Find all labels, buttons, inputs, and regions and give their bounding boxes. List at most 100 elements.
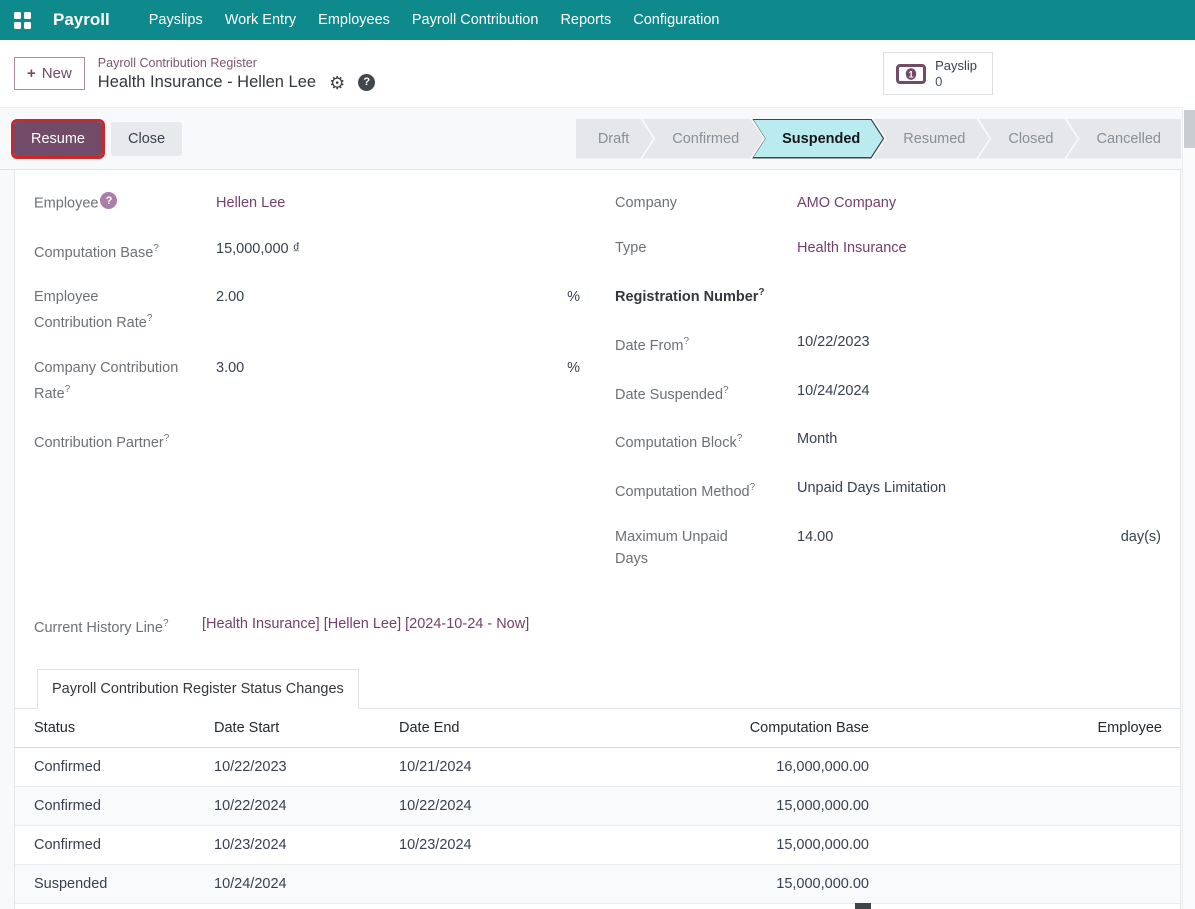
cell-date-start: 10/22/2023 [214, 747, 399, 786]
field-label: Employee? [34, 192, 216, 215]
nav-item-reports[interactable]: Reports [549, 2, 622, 38]
cell-employee [869, 786, 1180, 825]
field-label: Date Suspended? [615, 380, 797, 406]
field-date-from: Date From?10/22/2023 [615, 331, 1161, 357]
payslip-stat-button[interactable]: 1 Payslip 0 [883, 52, 993, 96]
nav-item-configuration[interactable]: Configuration [622, 2, 730, 38]
history-line-link[interactable]: [Health Insurance] [Hellen Lee] [2024-10… [202, 613, 1161, 639]
vertical-scrollbar[interactable] [1182, 107, 1195, 909]
form-sheet: Employee?Hellen LeeComputation Base?15,0… [14, 170, 1181, 909]
cell-employee [869, 747, 1180, 786]
stat-label: Payslip [935, 58, 977, 73]
field-label: EmployeeContribution Rate? [34, 286, 216, 334]
close-button[interactable]: Close [111, 122, 182, 156]
column-header-status[interactable]: Status [15, 709, 214, 748]
status-bar: Resume Close DraftConfirmedSuspendedResu… [0, 107, 1195, 170]
gear-icon[interactable]: ⚙ [329, 74, 345, 92]
truncated-total-text [855, 903, 871, 909]
nav-item-payroll-contribution[interactable]: Payroll Contribution [401, 2, 550, 38]
field-value: 10/22/2023 [797, 331, 1161, 357]
field-registration-number: Registration Number? [615, 282, 1161, 308]
top-navbar: Payroll PayslipsWork EntryEmployeesPayro… [0, 0, 1195, 40]
field-company-contribution-rate: Company ContributionRate?3.00% [34, 357, 580, 405]
nav-item-work-entry[interactable]: Work Entry [214, 2, 307, 38]
cell-computation-base: 15,000,000.00 [639, 825, 869, 864]
table-row[interactable]: Confirmed10/22/202410/22/202415,000,000.… [15, 786, 1180, 825]
table-row[interactable]: Confirmed10/23/202410/23/202415,000,000.… [15, 825, 1180, 864]
cell-status: Suspended [15, 864, 214, 903]
column-header-date-start[interactable]: Date Start [214, 709, 399, 748]
pipeline-step-draft[interactable]: Draft [576, 119, 653, 159]
field-computation-base: Computation Base?15,000,000 ₫ [34, 238, 580, 264]
apps-grid-icon[interactable] [14, 12, 31, 29]
field-company: CompanyAMO Company [615, 192, 1161, 214]
column-header-employee[interactable]: Employee [869, 709, 1180, 748]
field-value [797, 282, 1161, 308]
help-badge-icon[interactable]: ? [100, 192, 117, 209]
column-header-date-end[interactable]: Date End [399, 709, 639, 748]
breadcrumb[interactable]: Payroll Contribution Register [98, 56, 257, 72]
stat-value: 0 [935, 74, 942, 89]
new-button[interactable]: + New [14, 57, 85, 90]
field-value-link[interactable]: Health Insurance [797, 237, 1161, 259]
field-value [216, 428, 580, 454]
field-unit: % [567, 357, 580, 405]
field-label: Company [615, 192, 797, 214]
field-type: TypeHealth Insurance [615, 237, 1161, 259]
cell-date-end: 10/21/2024 [399, 747, 639, 786]
field-date-suspended: Date Suspended?10/24/2024 [615, 380, 1161, 406]
cell-computation-base: 16,000,000.00 [639, 747, 869, 786]
field-label: Current History Line? [34, 613, 216, 639]
field-label: Contribution Partner? [34, 428, 216, 454]
field-value-link[interactable]: Hellen Lee [216, 192, 580, 215]
status-changes-table: StatusDate StartDate EndComputation Base… [15, 709, 1180, 904]
nav-item-payslips[interactable]: Payslips [138, 2, 214, 38]
app-brand[interactable]: Payroll [53, 10, 110, 30]
field-value: Month [797, 428, 1161, 454]
money-bill-icon: 1 [896, 64, 926, 84]
tab-status-changes[interactable]: Payroll Contribution Register Status Cha… [37, 669, 359, 709]
field-current-history-line: Current History Line? [Health Insurance]… [34, 613, 1161, 639]
pipeline-step-closed[interactable]: Closed [978, 119, 1077, 159]
scrollbar-thumb[interactable] [1184, 110, 1195, 148]
cell-computation-base: 15,000,000.00 [639, 786, 869, 825]
field-label: Type [615, 237, 797, 259]
nav-item-employees[interactable]: Employees [307, 2, 401, 38]
help-icon[interactable]: ? [358, 74, 375, 91]
field-label: Company ContributionRate? [34, 357, 216, 405]
cell-computation-base: 15,000,000.00 [639, 864, 869, 903]
cell-date-start: 10/22/2024 [214, 786, 399, 825]
cell-date-start: 10/23/2024 [214, 825, 399, 864]
field-value: 3.00 [216, 357, 567, 405]
pipeline-step-confirmed[interactable]: Confirmed [642, 119, 763, 159]
field-value: 2.00 [216, 286, 567, 334]
pipeline-step-cancelled[interactable]: Cancelled [1067, 119, 1182, 159]
cell-employee [869, 864, 1180, 903]
page-title: Health Insurance - Hellen Lee [98, 72, 316, 93]
field-value-link[interactable]: AMO Company [797, 192, 1161, 214]
cell-date-start: 10/24/2024 [214, 864, 399, 903]
status-pipeline: DraftConfirmedSuspendedResumedClosedCanc… [576, 119, 1181, 159]
pipeline-step-resumed[interactable]: Resumed [873, 119, 989, 159]
field-computation-method: Computation Method?Unpaid Days Limitatio… [615, 477, 1161, 503]
plus-icon: + [27, 65, 36, 82]
cell-employee [869, 825, 1180, 864]
field-label: Date From? [615, 331, 797, 357]
cell-status: Confirmed [15, 786, 214, 825]
pipeline-step-suspended[interactable]: Suspended [752, 119, 884, 159]
field-contribution-partner: Contribution Partner? [34, 428, 580, 454]
field-employee: Employee?Hellen Lee [34, 192, 580, 215]
cell-date-end: 10/22/2024 [399, 786, 639, 825]
svg-text:1: 1 [909, 69, 914, 79]
field-value: 10/24/2024 [797, 380, 1161, 406]
cell-date-end: 10/23/2024 [399, 825, 639, 864]
field-unit: day(s) [1121, 526, 1161, 570]
table-row[interactable]: Suspended10/24/2024 15,000,000.00 [15, 864, 1180, 903]
cell-status: Confirmed [15, 825, 214, 864]
control-panel: + New Payroll Contribution Register Heal… [0, 40, 1195, 107]
table-row[interactable]: Confirmed10/22/202310/21/202416,000,000.… [15, 747, 1180, 786]
notebook: Payroll Contribution Register Status Cha… [15, 669, 1180, 904]
resume-button[interactable]: Resume [14, 122, 102, 156]
field-maximum-unpaid-days: Maximum UnpaidDays14.00day(s) [615, 526, 1161, 570]
column-header-computation-base[interactable]: Computation Base [639, 709, 869, 748]
